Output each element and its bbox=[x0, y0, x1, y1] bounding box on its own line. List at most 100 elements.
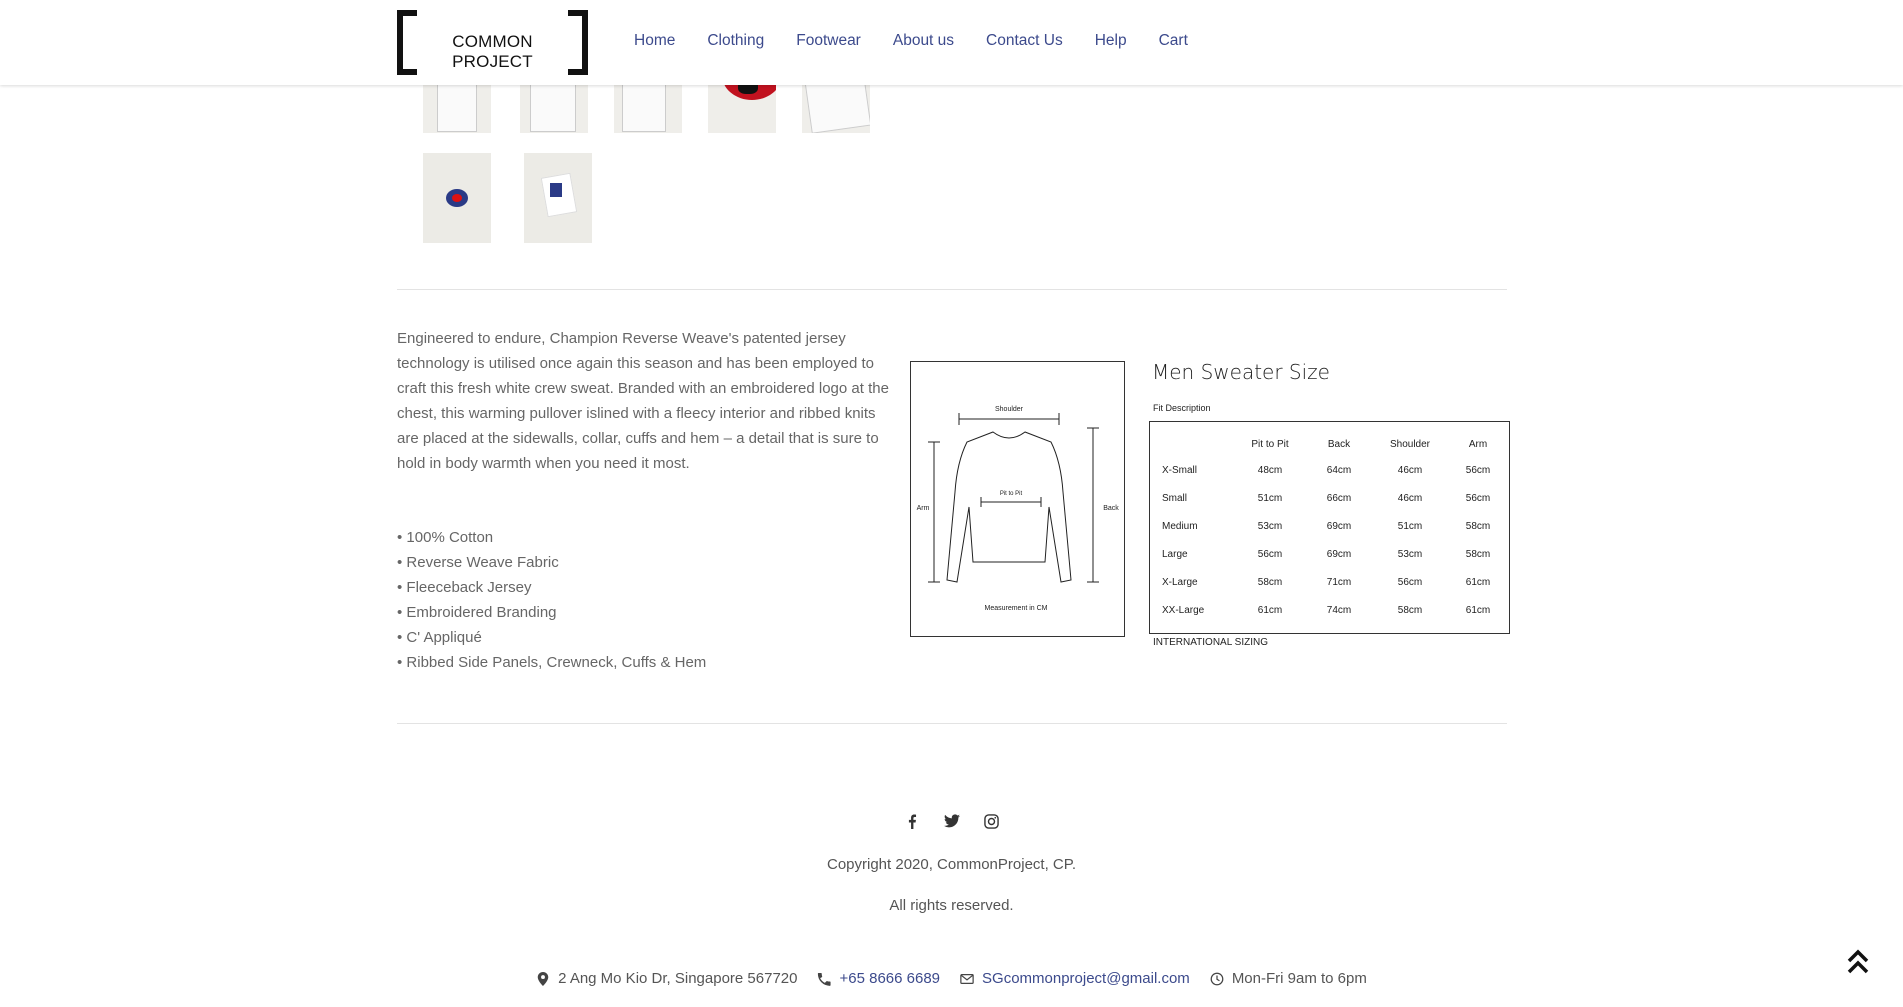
site-header: COMMON PROJECT Home Clothing Footwear Ab… bbox=[0, 0, 1903, 85]
phone-item[interactable]: +65 8666 6689 bbox=[817, 970, 940, 987]
table-row: Medium 53cm 69cm 51cm 58cm bbox=[1162, 512, 1508, 540]
pit-label: Pit to Pit bbox=[1000, 491, 1023, 497]
table-cell: 56cm bbox=[1257, 548, 1283, 560]
nav-about-us[interactable]: About us bbox=[893, 32, 954, 50]
table-cell: 58cm bbox=[1257, 576, 1283, 588]
size-chart-title: Men Sweater Size bbox=[1152, 360, 1330, 384]
size-label: X-Small bbox=[1162, 464, 1198, 476]
phone-icon bbox=[818, 972, 832, 986]
table-row: XX-Large 61cm 74cm 58cm 61cm bbox=[1162, 596, 1508, 624]
size-label: Medium bbox=[1162, 520, 1198, 532]
back-label: Back bbox=[1103, 505, 1119, 512]
table-cell: 64cm bbox=[1326, 464, 1352, 476]
size-label: XX-Large bbox=[1162, 604, 1205, 616]
divider bbox=[397, 723, 1507, 724]
divider bbox=[397, 289, 1507, 290]
table-cell: 58cm bbox=[1465, 520, 1491, 532]
shoulder-label: Shoulder bbox=[995, 406, 1024, 413]
instagram-icon[interactable] bbox=[984, 813, 1000, 829]
facebook-icon[interactable] bbox=[904, 813, 920, 829]
table-cell: 51cm bbox=[1257, 492, 1283, 504]
column-header: Back bbox=[1327, 438, 1351, 450]
table-cell: 56cm bbox=[1397, 576, 1423, 588]
international-sizing-label: INTERNATIONAL SIZING bbox=[1153, 637, 1269, 648]
table-cell: 74cm bbox=[1326, 604, 1352, 616]
hours-item: Mon-Fri 9am to 6pm bbox=[1210, 970, 1367, 987]
fit-description-label: Fit Description bbox=[1153, 403, 1211, 413]
size-label: Small bbox=[1162, 492, 1188, 504]
table-cell: 69cm bbox=[1326, 520, 1352, 532]
table-cell: 53cm bbox=[1397, 548, 1423, 560]
table-row: X-Large 58cm 71cm 56cm 61cm bbox=[1162, 568, 1508, 596]
size-chart-table: Pit to Pit Back Shoulder Arm X-Small 48c… bbox=[1149, 421, 1510, 634]
logo-text: COMMON PROJECT bbox=[452, 32, 533, 71]
table-cell: 48cm bbox=[1257, 464, 1283, 476]
measurement-caption: Measurement in CM bbox=[984, 605, 1047, 612]
email-item[interactable]: SGcommonproject@gmail.com bbox=[960, 970, 1190, 987]
product-description: Engineered to endure, Champion Reverse W… bbox=[397, 330, 889, 472]
main-nav: Home Clothing Footwear About us Contact … bbox=[634, 32, 1220, 50]
feature-item: • C' Appliqué bbox=[397, 629, 482, 646]
phone-link[interactable]: +65 8666 6689 bbox=[839, 970, 940, 987]
table-cell: 61cm bbox=[1465, 604, 1491, 616]
measurement-diagram: Shoulder Pit to Pit Arm Back Measurement… bbox=[910, 361, 1125, 637]
size-table-header: Pit to Pit Back Shoulder Arm bbox=[1162, 432, 1508, 456]
table-cell: 69cm bbox=[1326, 548, 1352, 560]
map-pin-icon bbox=[537, 971, 549, 986]
copyright-text: Copyright 2020, CommonProject, CP. bbox=[826, 856, 1076, 873]
nav-home[interactable]: Home bbox=[634, 32, 675, 50]
arm-label: Arm bbox=[917, 505, 930, 512]
table-cell: 46cm bbox=[1397, 464, 1423, 476]
email-link[interactable]: SGcommonproject@gmail.com bbox=[982, 970, 1190, 987]
social-links bbox=[0, 813, 1903, 829]
size-label: X-Large bbox=[1162, 576, 1198, 588]
nav-footwear[interactable]: Footwear bbox=[796, 32, 861, 50]
table-cell: 61cm bbox=[1257, 604, 1283, 616]
table-cell: 56cm bbox=[1465, 492, 1491, 504]
product-thumbnail[interactable] bbox=[524, 153, 592, 243]
table-cell: 53cm bbox=[1257, 520, 1283, 532]
nav-contact-us[interactable]: Contact Us bbox=[986, 32, 1063, 50]
table-cell: 46cm bbox=[1397, 492, 1423, 504]
logo-right-bracket bbox=[568, 10, 588, 75]
table-row: X-Small 48cm 64cm 46cm 56cm bbox=[1162, 456, 1508, 484]
feature-item: • 100% Cotton bbox=[397, 529, 494, 546]
hours-text: Mon-Fri 9am to 6pm bbox=[1231, 970, 1367, 987]
size-table: Pit to Pit Back Shoulder Arm X-Small 48c… bbox=[1162, 432, 1508, 624]
nav-help[interactable]: Help bbox=[1095, 32, 1127, 50]
scroll-to-top-icon[interactable] bbox=[1846, 948, 1870, 976]
address-text: 2 Ang Mo Kio Dr, Singapore 567720 bbox=[558, 970, 798, 987]
logo-left-bracket bbox=[397, 10, 417, 75]
feature-list: • 100% Cotton • Reverse Weave Fabric • F… bbox=[397, 525, 706, 675]
size-label: Large bbox=[1162, 548, 1188, 560]
feature-item: • Ribbed Side Panels, Crewneck, Cuffs & … bbox=[397, 654, 707, 671]
table-row: Small 51cm 66cm 46cm 56cm bbox=[1162, 484, 1508, 512]
envelope-icon bbox=[960, 973, 974, 984]
column-header bbox=[1162, 432, 1234, 456]
nav-cart[interactable]: Cart bbox=[1159, 32, 1188, 50]
column-header: Arm bbox=[1468, 438, 1488, 450]
column-header: Pit to Pit bbox=[1251, 438, 1289, 450]
brand-logo[interactable]: COMMON PROJECT bbox=[397, 10, 588, 75]
column-header: Shoulder bbox=[1389, 438, 1431, 450]
table-cell: 71cm bbox=[1326, 576, 1352, 588]
product-thumbnail[interactable] bbox=[423, 153, 491, 243]
feature-item: • Reverse Weave Fabric bbox=[397, 554, 559, 571]
table-cell: 51cm bbox=[1397, 520, 1423, 532]
twitter-icon[interactable] bbox=[943, 813, 960, 829]
table-row: Large 56cm 69cm 53cm 58cm bbox=[1162, 540, 1508, 568]
table-cell: 56cm bbox=[1465, 464, 1491, 476]
feature-item: • Embroidered Branding bbox=[397, 604, 557, 621]
nav-clothing[interactable]: Clothing bbox=[707, 32, 764, 50]
feature-item: • Fleeceback Jersey bbox=[397, 579, 532, 596]
rights-text: All rights reserved. bbox=[889, 897, 1014, 914]
table-cell: 58cm bbox=[1465, 548, 1491, 560]
sweater-outline: Shoulder Pit to Pit Arm Back Measurement… bbox=[917, 406, 1120, 612]
table-cell: 61cm bbox=[1465, 576, 1491, 588]
thumbnail-row bbox=[423, 153, 592, 243]
table-cell: 58cm bbox=[1397, 604, 1423, 616]
address-item: 2 Ang Mo Kio Dr, Singapore 567720 bbox=[536, 970, 797, 987]
table-cell: 66cm bbox=[1326, 492, 1352, 504]
contact-info: 2 Ang Mo Kio Dr, Singapore 567720 +65 86… bbox=[0, 970, 1903, 987]
clock-icon bbox=[1210, 972, 1224, 985]
